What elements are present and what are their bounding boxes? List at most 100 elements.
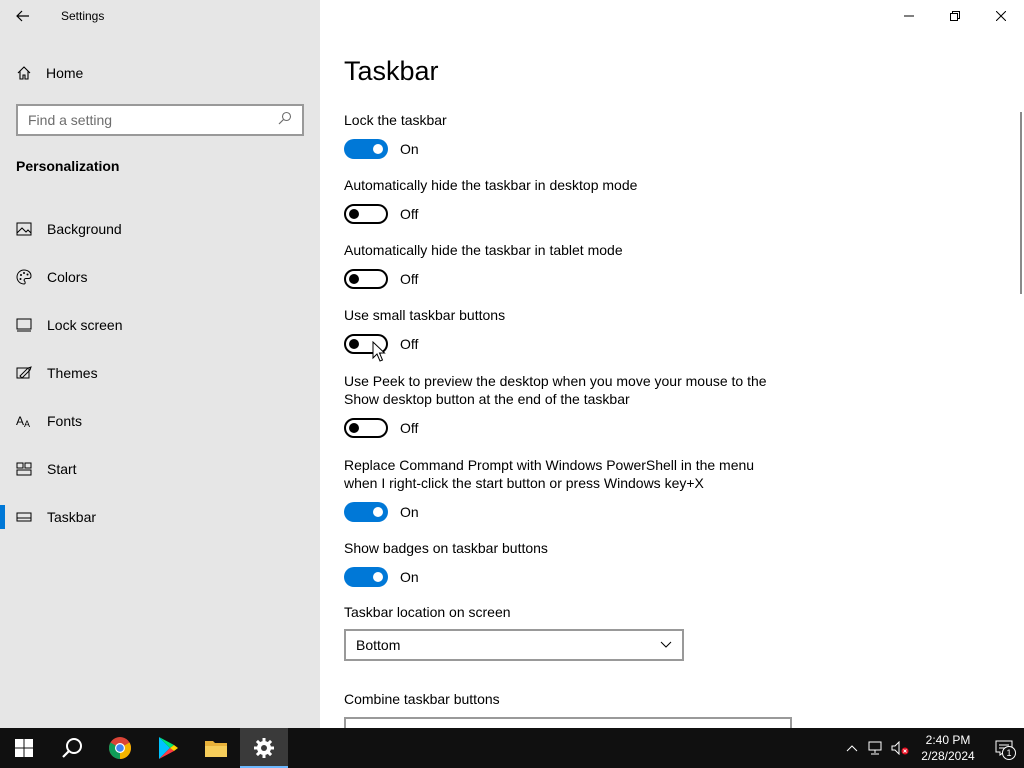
restore-button[interactable] <box>932 0 978 32</box>
sidebar-item-taskbar[interactable]: Taskbar <box>0 493 320 541</box>
taskbar-location-label: Taskbar location on screen <box>344 604 511 620</box>
setting-lock-taskbar: Lock the taskbar On <box>344 111 784 159</box>
back-button[interactable] <box>0 0 46 32</box>
setting-description: Use small taskbar buttons <box>344 307 506 323</box>
search-input[interactable]: Find a setting <box>28 112 278 128</box>
autohide-tablet-toggle[interactable] <box>344 269 388 289</box>
clock[interactable]: 2:40 PM 2/28/2024 <box>912 732 984 764</box>
show-hidden-icons-button[interactable] <box>840 728 864 768</box>
scrollbar[interactable] <box>1020 112 1022 294</box>
main-content: Taskbar Lock the taskbar On Automaticall… <box>320 0 1024 749</box>
sidebar-item-background[interactable]: Background <box>0 205 320 253</box>
close-icon <box>996 11 1006 21</box>
minimize-icon <box>904 15 914 17</box>
svg-text:A: A <box>16 414 24 428</box>
sidebar-item-colors[interactable]: Colors <box>0 253 320 301</box>
autohide-desktop-toggle[interactable] <box>344 204 388 224</box>
gear-icon <box>254 738 274 758</box>
restore-icon <box>950 11 960 21</box>
start-button[interactable] <box>0 728 48 768</box>
setting-description: Show badges on taskbar buttons <box>344 540 548 556</box>
network-icon <box>868 741 882 755</box>
settings-taskbar-button[interactable] <box>240 728 288 768</box>
personalization-nav: Background Colors Lock screen Themes AA … <box>0 205 320 541</box>
setting-description: Lock the taskbar <box>344 112 447 128</box>
sidebar-item-label: Lock screen <box>47 317 123 333</box>
home-label: Home <box>46 65 84 81</box>
chevron-down-icon <box>660 641 672 648</box>
toggle-state-label: Off <box>400 271 419 287</box>
taskbar-location-dropdown[interactable]: Bottom <box>344 629 684 661</box>
taskbar-search-button[interactable] <box>48 728 96 768</box>
clock-date: 2/28/2024 <box>921 749 975 763</box>
peek-toggle[interactable] <box>344 418 388 438</box>
notification-count-badge: 1 <box>1002 746 1016 760</box>
app-title: Settings <box>61 9 105 23</box>
setting-description: Replace Command Prompt with Windows Powe… <box>344 457 755 491</box>
setting-description: Automatically hide the taskbar in deskto… <box>344 177 638 193</box>
start-icon <box>16 461 32 477</box>
toggle-state-label: On <box>400 504 419 520</box>
lock-screen-icon <box>16 317 32 333</box>
toggle-state-label: Off <box>400 206 419 222</box>
close-button[interactable] <box>978 0 1024 32</box>
badges-toggle[interactable] <box>344 567 388 587</box>
search-box[interactable]: Find a setting <box>16 104 304 136</box>
sidebar-item-fonts[interactable]: AA Fonts <box>0 397 320 445</box>
combine-buttons-label: Combine taskbar buttons <box>344 691 500 707</box>
play-store-taskbar-button[interactable] <box>144 728 192 768</box>
picture-icon <box>16 221 32 237</box>
setting-description: Use Peek to preview the desktop when you… <box>344 373 767 407</box>
file-explorer-taskbar-button[interactable] <box>192 728 240 768</box>
play-store-icon <box>159 737 178 759</box>
chrome-taskbar-button[interactable] <box>96 728 144 768</box>
search-icon[interactable] <box>278 111 292 130</box>
setting-description: Automatically hide the taskbar in tablet… <box>344 242 623 258</box>
search-icon <box>62 738 82 758</box>
toggle-state-label: On <box>400 569 419 585</box>
taskbar-location-value: Bottom <box>356 637 401 653</box>
taskbar-icon <box>16 509 32 525</box>
lock-taskbar-toggle[interactable] <box>344 139 388 159</box>
volume-muted-icon <box>891 741 909 755</box>
action-center-button[interactable]: 1 <box>984 728 1024 768</box>
sidebar-item-start[interactable]: Start <box>0 445 320 493</box>
chevron-up-icon <box>846 745 858 752</box>
sidebar-item-themes[interactable]: Themes <box>0 349 320 397</box>
themes-icon <box>16 365 32 381</box>
home-nav-item[interactable]: Home <box>0 58 320 88</box>
sidebar-item-label: Background <box>47 221 122 237</box>
toggle-state-label: Off <box>400 420 419 436</box>
powershell-toggle[interactable] <box>344 502 388 522</box>
chrome-icon <box>109 737 131 759</box>
setting-powershell: Replace Command Prompt with Windows Powe… <box>344 456 784 522</box>
minimize-button[interactable] <box>886 0 932 32</box>
windows-taskbar: 2:40 PM 2/28/2024 1 <box>0 728 1024 768</box>
sidebar-item-label: Fonts <box>47 413 83 429</box>
toggle-state-label: On <box>400 141 419 157</box>
system-tray: 2:40 PM 2/28/2024 1 <box>840 728 1024 768</box>
sidebar-item-label: Themes <box>47 365 98 381</box>
setting-badges: Show badges on taskbar buttons On <box>344 539 784 587</box>
page-title: Taskbar <box>344 56 439 86</box>
setting-peek: Use Peek to preview the desktop when you… <box>344 372 784 438</box>
settings-sidebar: Settings Home Find a setting Personaliza… <box>0 0 320 728</box>
folder-icon <box>205 741 227 757</box>
sidebar-item-label: Taskbar <box>47 509 97 525</box>
network-button[interactable] <box>864 728 888 768</box>
fonts-icon: AA <box>16 413 32 429</box>
setting-autohide-tablet: Automatically hide the taskbar in tablet… <box>344 241 784 289</box>
volume-button[interactable] <box>888 728 912 768</box>
setting-small-buttons: Use small taskbar buttons Off <box>344 306 784 354</box>
sidebar-item-label: Start <box>47 461 77 477</box>
section-title: Personalization <box>16 158 120 174</box>
mouse-cursor-icon <box>372 341 386 362</box>
back-arrow-icon <box>16 10 29 22</box>
title-bar: Settings <box>0 0 320 32</box>
sidebar-item-label: Colors <box>47 269 88 285</box>
setting-autohide-desktop: Automatically hide the taskbar in deskto… <box>344 176 784 224</box>
palette-icon <box>16 269 32 285</box>
sidebar-item-lock-screen[interactable]: Lock screen <box>0 301 320 349</box>
windows-logo-icon <box>15 739 33 757</box>
window-controls <box>886 0 1024 32</box>
